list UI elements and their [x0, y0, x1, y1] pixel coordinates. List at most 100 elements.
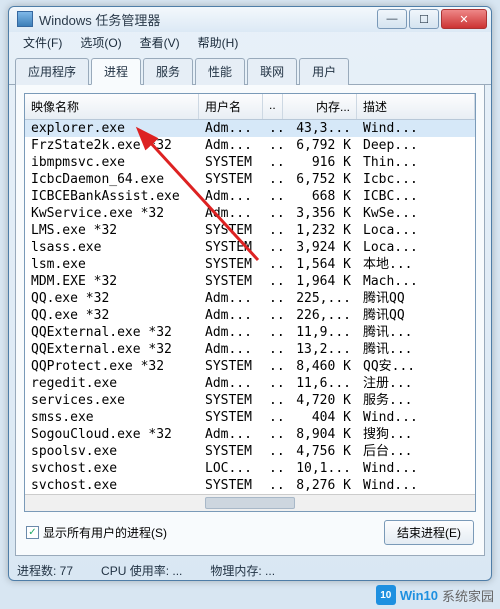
- col-image-name[interactable]: 映像名称: [25, 94, 199, 119]
- show-all-users-checkbox[interactable]: ✓ 显示所有用户的进程(S): [26, 524, 384, 541]
- table-row[interactable]: FrzState2k.exe *32Adm.....6,792 KDeep...: [25, 137, 475, 154]
- table-row[interactable]: IcbcDaemon_64.exeSYSTEM..6,752 KIcbc...: [25, 171, 475, 188]
- cell-user-name: Adm...: [199, 290, 263, 307]
- cell-memory: 3,356 K: [283, 205, 357, 222]
- table-row[interactable]: MDM.EXE *32SYSTEM..1,964 KMach...: [25, 273, 475, 290]
- cell-cpu: ..: [263, 341, 283, 358]
- menu-file[interactable]: 文件(F): [15, 32, 70, 53]
- menu-help[interactable]: 帮助(H): [190, 32, 247, 53]
- minimize-button[interactable]: —: [377, 9, 407, 29]
- cell-description: Wind...: [357, 460, 475, 477]
- table-row[interactable]: QQExternal.exe *32Adm.....11,9...腾讯...: [25, 324, 475, 341]
- col-description[interactable]: 描述: [357, 94, 475, 119]
- cell-user-name: Adm...: [199, 188, 263, 205]
- end-process-button[interactable]: 结束进程(E): [384, 520, 474, 545]
- table-row[interactable]: spoolsv.exeSYSTEM..4,756 K后台...: [25, 443, 475, 460]
- status-cpu-usage: CPU 使用率: ...: [101, 562, 182, 579]
- cell-user-name: SYSTEM: [199, 171, 263, 188]
- list-header: 映像名称 用户名 .. 内存... 描述: [25, 94, 475, 120]
- cell-image-name: LMS.exe *32: [25, 222, 199, 239]
- cell-user-name: Adm...: [199, 307, 263, 324]
- col-user-name[interactable]: 用户名: [199, 94, 263, 119]
- maximize-button[interactable]: ☐: [409, 9, 439, 29]
- table-row[interactable]: lsm.exeSYSTEM..1,564 K本地...: [25, 256, 475, 273]
- cell-image-name: ICBCEBankAssist.exe: [25, 188, 199, 205]
- cell-image-name: services.exe: [25, 392, 199, 409]
- cell-cpu: ..: [263, 477, 283, 494]
- cell-memory: 8,904 K: [283, 426, 357, 443]
- cell-user-name: Adm...: [199, 341, 263, 358]
- cell-image-name: ibmpmsvc.exe: [25, 154, 199, 171]
- menu-options[interactable]: 选项(O): [72, 32, 129, 53]
- close-button[interactable]: ✕: [441, 9, 487, 29]
- table-row[interactable]: svchost.exeSYSTEM..8,276 KWind...: [25, 477, 475, 494]
- table-row[interactable]: QQ.exe *32Adm.....226,...腾讯QQ: [25, 307, 475, 324]
- cell-description: 腾讯...: [357, 324, 475, 341]
- col-cpu[interactable]: ..: [263, 94, 283, 119]
- bottom-controls: ✓ 显示所有用户的进程(S) 结束进程(E): [24, 512, 476, 547]
- table-row[interactable]: explorer.exeAdm.....43,3...Wind...: [25, 120, 475, 137]
- horizontal-scrollbar[interactable]: [25, 494, 475, 511]
- cell-image-name: smss.exe: [25, 409, 199, 426]
- table-row[interactable]: ICBCEBankAssist.exeAdm.....668 KICBC...: [25, 188, 475, 205]
- table-row[interactable]: ibmpmsvc.exeSYSTEM..916 KThin...: [25, 154, 475, 171]
- table-row[interactable]: services.exeSYSTEM..4,720 K服务...: [25, 392, 475, 409]
- cell-image-name: svchost.exe: [25, 477, 199, 494]
- tab-users[interactable]: 用户: [299, 58, 349, 85]
- cell-image-name: QQ.exe *32: [25, 290, 199, 307]
- cell-cpu: ..: [263, 205, 283, 222]
- cell-description: 腾讯QQ: [357, 307, 475, 324]
- table-row[interactable]: LMS.exe *32SYSTEM..1,232 KLoca...: [25, 222, 475, 239]
- tab-processes[interactable]: 进程: [91, 58, 141, 85]
- cell-image-name: QQExternal.exe *32: [25, 324, 199, 341]
- cell-memory: 8,460 K: [283, 358, 357, 375]
- tab-performance[interactable]: 性能: [195, 58, 245, 85]
- cell-user-name: SYSTEM: [199, 154, 263, 171]
- cell-image-name: lsass.exe: [25, 239, 199, 256]
- cell-description: Icbc...: [357, 171, 475, 188]
- cell-description: Wind...: [357, 477, 475, 494]
- table-row[interactable]: regedit.exeAdm.....11,6...注册...: [25, 375, 475, 392]
- table-row[interactable]: KwService.exe *32Adm.....3,356 KKwSe...: [25, 205, 475, 222]
- statusbar: 进程数: 77 CPU 使用率: ... 物理内存: ...: [9, 562, 491, 580]
- list-body[interactable]: explorer.exeAdm.....43,3...Wind...FrzSta…: [25, 120, 475, 494]
- table-row[interactable]: QQProtect.exe *32SYSTEM..8,460 KQQ安...: [25, 358, 475, 375]
- cell-user-name: Adm...: [199, 120, 263, 137]
- table-row[interactable]: QQExternal.exe *32Adm.....13,2...腾讯...: [25, 341, 475, 358]
- cell-image-name: FrzState2k.exe *32: [25, 137, 199, 154]
- cell-image-name: spoolsv.exe: [25, 443, 199, 460]
- table-row[interactable]: smss.exeSYSTEM..404 KWind...: [25, 409, 475, 426]
- tab-services[interactable]: 服务: [143, 58, 193, 85]
- col-memory[interactable]: 内存...: [283, 94, 357, 119]
- cell-memory: 6,792 K: [283, 137, 357, 154]
- cell-memory: 225,...: [283, 290, 357, 307]
- menu-view[interactable]: 查看(V): [132, 32, 188, 53]
- cell-cpu: ..: [263, 222, 283, 239]
- cell-memory: 4,720 K: [283, 392, 357, 409]
- app-icon: [17, 11, 33, 27]
- scroll-thumb[interactable]: [205, 497, 295, 509]
- table-row[interactable]: QQ.exe *32Adm.....225,...腾讯QQ: [25, 290, 475, 307]
- table-row[interactable]: lsass.exeSYSTEM..3,924 KLoca...: [25, 239, 475, 256]
- cell-cpu: ..: [263, 120, 283, 137]
- cell-description: QQ安...: [357, 358, 475, 375]
- cell-memory: 1,564 K: [283, 256, 357, 273]
- cell-image-name: lsm.exe: [25, 256, 199, 273]
- cell-user-name: SYSTEM: [199, 443, 263, 460]
- cell-user-name: Adm...: [199, 375, 263, 392]
- cell-user-name: SYSTEM: [199, 392, 263, 409]
- tab-applications[interactable]: 应用程序: [15, 58, 89, 85]
- cell-image-name: IcbcDaemon_64.exe: [25, 171, 199, 188]
- cell-user-name: SYSTEM: [199, 409, 263, 426]
- table-row[interactable]: SogouCloud.exe *32Adm.....8,904 K搜狗...: [25, 426, 475, 443]
- cell-image-name: QQExternal.exe *32: [25, 341, 199, 358]
- cell-cpu: ..: [263, 409, 283, 426]
- checkbox-icon: ✓: [26, 526, 39, 539]
- cell-description: Thin...: [357, 154, 475, 171]
- titlebar[interactable]: Windows 任务管理器 — ☐ ✕: [9, 7, 491, 32]
- tab-networking[interactable]: 联网: [247, 58, 297, 85]
- table-row[interactable]: svchost.exeLOC.....10,1...Wind...: [25, 460, 475, 477]
- cell-description: 搜狗...: [357, 426, 475, 443]
- cell-description: ICBC...: [357, 188, 475, 205]
- cell-image-name: regedit.exe: [25, 375, 199, 392]
